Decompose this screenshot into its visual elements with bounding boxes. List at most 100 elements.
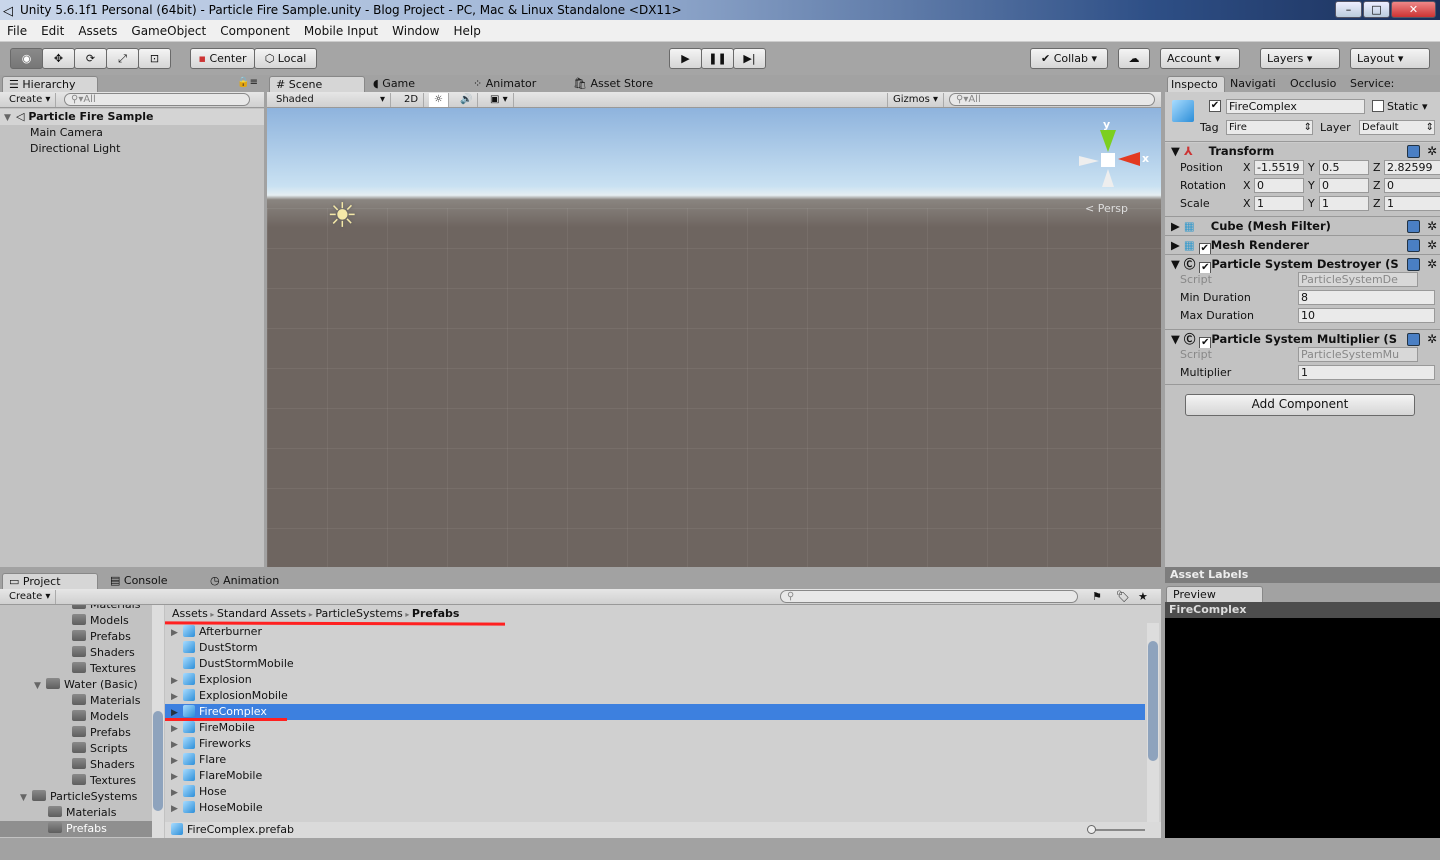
multiplier-field[interactable]: 1 <box>1298 365 1435 380</box>
hierarchy-item[interactable]: Directional Light <box>0 141 264 157</box>
account-dropdown[interactable]: Account ▾ <box>1160 48 1240 69</box>
asset-list-item[interactable]: ▶ Fireworks <box>165 736 1145 752</box>
expand-icon[interactable]: ▶ <box>171 625 183 641</box>
max-duration-field[interactable]: 10 <box>1298 308 1435 323</box>
folder-tree-item[interactable]: Textures <box>0 773 152 789</box>
gear-icon[interactable]: ✲ <box>1427 142 1437 161</box>
asset-list-item[interactable]: ▶ FireMobile <box>165 720 1145 736</box>
scene-root-row[interactable]: ▼ ◁ Particle Fire Sample <box>0 109 264 125</box>
asset-list-item[interactable]: DustStormMobile <box>165 656 1145 672</box>
position-x-field[interactable]: -1.5519 <box>1254 160 1304 175</box>
x-axis-cone[interactable] <box>1118 152 1140 166</box>
tab-scene[interactable]: # Scene <box>269 76 365 92</box>
maximize-button[interactable]: □ <box>1363 1 1390 18</box>
folder-tree-item[interactable]: Prefabs <box>0 629 152 645</box>
layout-dropdown[interactable]: Layout ▾ <box>1350 48 1430 69</box>
static-checkbox[interactable] <box>1372 100 1384 112</box>
pause-button[interactable]: ❚❚ <box>701 48 734 69</box>
folder-tree-item[interactable]: Prefabs <box>0 725 152 741</box>
expand-icon[interactable]: ▶ <box>171 785 183 801</box>
folder-tree-item[interactable]: Models <box>0 613 152 629</box>
min-duration-field[interactable]: 8 <box>1298 290 1435 305</box>
neg-x-cone[interactable] <box>1079 156 1099 166</box>
tab-asset-store[interactable]: 🛍 Asset Store <box>567 76 659 92</box>
scale-z-field[interactable]: 1 <box>1384 196 1440 211</box>
lock-menu-icon[interactable]: 🔒≡ <box>237 77 258 88</box>
2d-toggle[interactable]: 2D <box>399 93 425 107</box>
slider-handle[interactable] <box>1087 825 1096 834</box>
folder-tree-item[interactable]: Scripts <box>0 741 152 757</box>
scrollbar-thumb[interactable] <box>1148 641 1158 761</box>
breadcrumb-item[interactable]: Standard Assets <box>217 607 306 620</box>
tab-preview[interactable]: Preview <box>1166 586 1263 602</box>
list-scrollbar[interactable] <box>1147 623 1159 822</box>
create-dropdown[interactable]: Create ▾ <box>4 590 57 604</box>
step-button[interactable]: ▶| <box>733 48 766 69</box>
scale-x-field[interactable]: 1 <box>1254 196 1304 211</box>
position-y-field[interactable]: 0.5 <box>1319 160 1369 175</box>
tab-navigati[interactable]: Navigati <box>1227 76 1285 92</box>
scale-y-field[interactable]: 1 <box>1319 196 1369 211</box>
expand-icon[interactable]: ▶ <box>171 753 183 769</box>
script-field[interactable]: ParticleSystemMu <box>1298 347 1418 362</box>
transform-header[interactable]: ▼ ⅄ Transform ✲ <box>1165 141 1440 160</box>
hierarchy-search[interactable]: ⚲▾All <box>64 93 250 106</box>
gear-icon[interactable]: ✲ <box>1427 217 1437 236</box>
tab-animator[interactable]: ⁘ Animator <box>467 76 542 92</box>
folder-tree-item[interactable]: Materials <box>0 693 152 709</box>
hierarchy-item[interactable]: Main Camera <box>0 125 264 141</box>
folder-tree-item[interactable]: Shaders <box>0 645 152 661</box>
effects-dropdown[interactable]: ▣ ▾ <box>485 93 514 107</box>
tab-console[interactable]: ▤ Console <box>104 573 200 589</box>
view-tool-button[interactable]: ◉ <box>10 48 43 69</box>
pivot-local-button[interactable]: ⬡ Local <box>254 48 317 69</box>
scale-tool-button[interactable]: ⤢ <box>106 48 139 69</box>
menu-component[interactable]: Component <box>213 24 297 38</box>
breadcrumb-item[interactable]: Assets <box>172 607 208 620</box>
help-icon[interactable] <box>1407 258 1420 271</box>
favorite-star-icon[interactable]: ★ <box>1138 590 1148 603</box>
y-axis-cone[interactable] <box>1100 130 1116 152</box>
rotation-y-field[interactable]: 0 <box>1319 178 1369 193</box>
active-checkbox[interactable]: ✔ <box>1209 100 1221 112</box>
asset-list-item[interactable]: DustStorm <box>165 640 1145 656</box>
cloud-button[interactable]: ☁ <box>1118 48 1150 69</box>
asset-list-item[interactable]: ▶ Flare <box>165 752 1145 768</box>
asset-list-item[interactable]: ▶ Hose <box>165 784 1145 800</box>
filter-type-icon[interactable]: ⚑ <box>1092 590 1102 603</box>
folder-tree-item[interactable]: Textures <box>0 661 152 677</box>
help-icon[interactable] <box>1407 145 1420 158</box>
folder-tree-item[interactable]: Models <box>0 709 152 725</box>
menu-gameobject[interactable]: GameObject <box>124 24 213 38</box>
tab-service[interactable]: Service: <box>1347 76 1405 92</box>
folder-tree-item[interactable]: Prefabs <box>0 821 152 837</box>
expand-icon[interactable]: ▶ <box>171 689 183 705</box>
help-icon[interactable] <box>1407 333 1420 346</box>
scene-gizmo[interactable]: y x < Persp <box>1077 116 1149 216</box>
gear-icon[interactable]: ✲ <box>1427 236 1437 255</box>
folder-tree-item[interactable]: ▼ ParticleSystems <box>0 789 152 805</box>
neg-z-cone[interactable] <box>1102 169 1114 187</box>
position-z-field[interactable]: 2.82599 <box>1384 160 1440 175</box>
filter-label-icon[interactable]: 🏷 <box>1116 590 1130 603</box>
tab-hierarchy[interactable]: ☰ Hierarchy <box>2 76 98 92</box>
gizmos-dropdown[interactable]: Gizmos ▾ <box>887 93 945 107</box>
menu-window[interactable]: Window <box>385 24 446 38</box>
menu-mobile-input[interactable]: Mobile Input <box>297 24 385 38</box>
expand-icon[interactable]: ▼ <box>34 678 46 694</box>
asset-list-item[interactable]: ▶ Explosion <box>165 672 1145 688</box>
tab-project[interactable]: ▭ Project <box>2 573 98 589</box>
asset-list-item[interactable]: ▶ ExplosionMobile <box>165 688 1145 704</box>
static-label[interactable]: Static ▾ <box>1387 99 1427 114</box>
close-button[interactable]: ✕ <box>1391 1 1436 18</box>
expand-icon[interactable]: ▶ <box>171 801 183 817</box>
multiplier-header[interactable]: ▼ Ⓒ ✔ Particle System Multiplier (S ✲ <box>1165 329 1440 348</box>
expand-icon[interactable]: ▶ <box>171 737 183 753</box>
asset-list-item[interactable]: ▶ HoseMobile <box>165 800 1145 816</box>
projection-label[interactable]: < Persp <box>1085 202 1128 215</box>
gear-icon[interactable]: ✲ <box>1427 255 1437 273</box>
scene-viewport[interactable]: ☀ y x < Persp <box>267 108 1161 567</box>
object-name-field[interactable]: FireComplex <box>1226 99 1365 114</box>
breadcrumb-item[interactable]: Prefabs <box>412 607 460 620</box>
rect-tool-button[interactable]: ⊡ <box>138 48 171 69</box>
